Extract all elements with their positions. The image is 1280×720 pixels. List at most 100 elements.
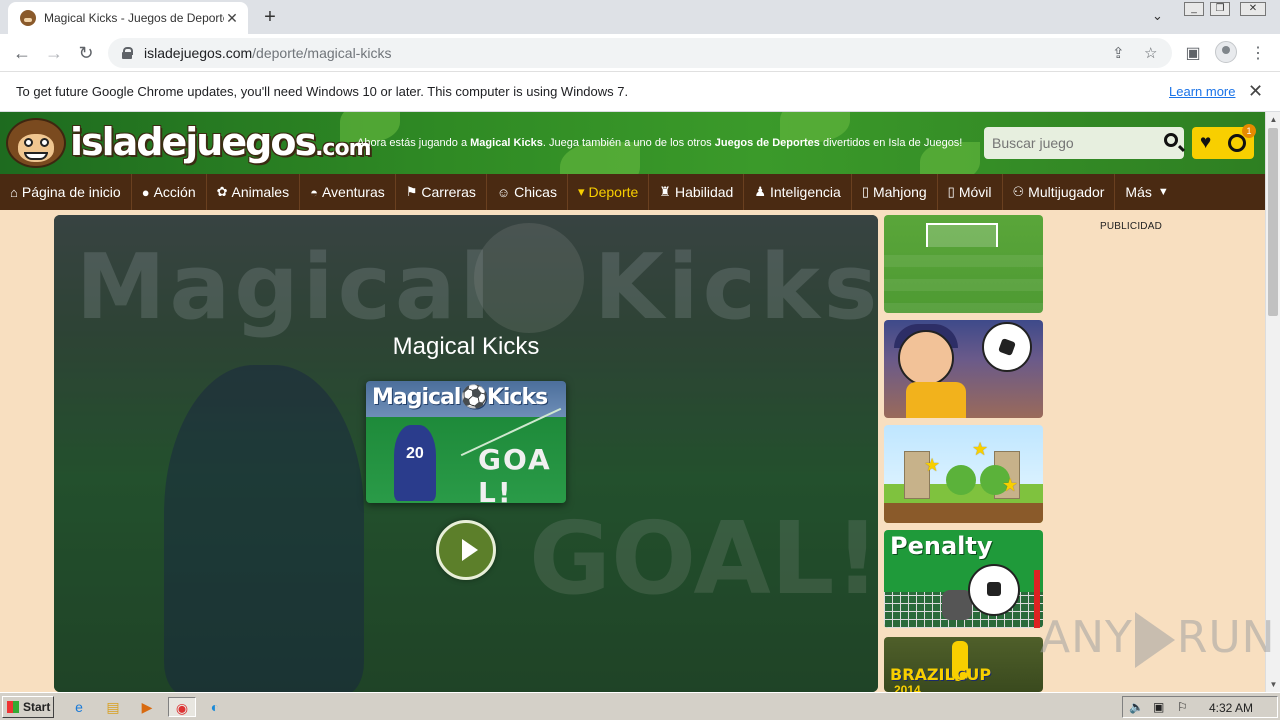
shirt-icon: ▾ — [577, 184, 585, 199]
file-explorer-icon[interactable]: ▤ — [102, 697, 124, 717]
game-search-input[interactable] — [992, 135, 1152, 151]
brazil-cup-year: 2014 — [894, 683, 921, 692]
chrome-menu-icon[interactable]: ⋮ — [1247, 43, 1269, 63]
start-button[interactable]: Start — [2, 696, 54, 718]
search-icon[interactable] — [1164, 133, 1178, 147]
mobile-phone-icon: ▯ — [947, 184, 955, 199]
scrollbar-thumb[interactable] — [1268, 128, 1278, 316]
thumbnail-goal-text: GOA L! — [478, 443, 552, 503]
edge-icon[interactable]: ◐ — [204, 697, 226, 717]
page-scrollbar[interactable]: ▲ ▼ — [1265, 112, 1280, 692]
anyrun-watermark: ANY RUN — [1040, 612, 1276, 668]
nav-item-deporte[interactable]: ▾ Deporte — [568, 174, 650, 210]
address-bar[interactable]: isladejuegos.com/deporte/magical-kicks ⇪… — [108, 38, 1172, 68]
game-player[interactable]: Magical Kicks GOAL! Magical Kicks Magica… — [54, 215, 878, 692]
taskbar-clock[interactable]: 4:32 AM — [1209, 701, 1253, 715]
monkey-logo-icon[interactable] — [6, 118, 66, 168]
nav-item-animales[interactable]: ✿ Animales — [207, 174, 301, 210]
paw-icon: ✿ — [216, 184, 228, 199]
star-icon: ★ — [972, 439, 989, 459]
new-tab-button[interactable]: + — [258, 6, 282, 29]
soccer-ball-icon — [982, 322, 1032, 372]
lock-icon[interactable] — [122, 47, 133, 59]
nav-item-mahjong[interactable]: ▯ Mahjong — [852, 174, 938, 210]
action-center-flag-icon[interactable]: ⚐ — [1177, 700, 1188, 714]
forward-arrow-icon[interactable]: → — [42, 42, 66, 64]
media-player-icon[interactable]: ▶ — [136, 697, 158, 717]
related-game-soccer-kid[interactable] — [884, 320, 1043, 418]
volume-icon[interactable]: 🔈 — [1129, 700, 1144, 714]
caret-down-icon: ▼ — [1157, 186, 1169, 198]
infobar-close-icon[interactable]: ✕ — [1248, 81, 1263, 102]
related-game-penalty[interactable]: Penalty — [884, 530, 1043, 628]
nav-item-label: Mahjong — [872, 184, 927, 200]
nav-item-label: Animales — [231, 184, 290, 200]
tagline-text: Ahora estás jugando a — [357, 137, 471, 149]
nav-item-label: Carreras — [421, 184, 476, 200]
nav-item-carreras[interactable]: ⚑ Carreras — [396, 174, 487, 210]
learn-more-link[interactable]: Learn more — [1169, 84, 1235, 99]
game-title: Magical Kicks — [392, 333, 540, 360]
ad-label: PUBLICIDAD — [1100, 221, 1163, 232]
hat-icon: ◓ — [310, 184, 318, 200]
internet-explorer-icon[interactable]: e — [68, 697, 90, 717]
site-logo[interactable]: isladejuegos.com — [70, 120, 372, 164]
scroll-down-arrow-icon[interactable]: ▼ — [1266, 677, 1280, 692]
browser-tab[interactable]: Magical Kicks - Juegos de Deportes - ✕ — [8, 2, 248, 34]
star-icon: ★ — [1002, 475, 1019, 495]
play-triangle-icon — [1134, 612, 1175, 668]
chess-pawn-icon: ♟ — [754, 184, 766, 199]
nav-item-inicio[interactable]: ⌂ Página de inicio — [0, 174, 132, 210]
gamepad-icon: ⚇ — [1012, 184, 1025, 199]
site-favicon-icon — [20, 10, 36, 26]
profile-avatar-icon[interactable] — [1215, 41, 1237, 63]
nav-item-movil[interactable]: ▯ Móvil — [938, 174, 1003, 210]
checkered-flag-icon: ⚑ — [405, 184, 418, 199]
url-host: isladejuegos.com — [144, 45, 253, 61]
logo-main: isladejuegos — [70, 120, 317, 164]
nav-item-aventuras[interactable]: ◓ Aventuras — [300, 174, 396, 210]
tagline-category-link[interactable]: Juegos de Deportes — [715, 137, 820, 149]
minimize-window-icon[interactable]: _ — [1184, 2, 1204, 16]
chrome-taskbar-icon[interactable]: ◉ — [168, 697, 196, 717]
history-icon[interactable] — [1228, 134, 1246, 152]
reload-icon[interactable]: ↻ — [74, 42, 98, 64]
nav-item-chicas[interactable]: ☺ Chicas — [487, 174, 568, 210]
favorites-heart-icon[interactable]: ♥ — [1200, 133, 1211, 153]
nav-item-accion[interactable]: ● Acción — [132, 174, 207, 210]
watermark-left: ANY — [1040, 612, 1133, 663]
browser-toolbar: ← → ↻ isladejuegos.com/deporte/magical-k… — [0, 34, 1280, 72]
side-panel-icon[interactable]: ▣ — [1182, 43, 1204, 63]
nav-item-inteligencia[interactable]: ♟ Inteligencia — [744, 174, 852, 210]
scroll-up-arrow-icon[interactable]: ▲ — [1266, 112, 1280, 127]
tab-close-icon[interactable]: ✕ — [224, 10, 240, 27]
tagline-game-link[interactable]: Magical Kicks — [470, 137, 543, 149]
nav-item-mas[interactable]: Más ▼ — [1115, 174, 1178, 210]
related-game-soccer-platform[interactable]: ★ ★ ★ — [884, 425, 1043, 523]
home-icon: ⌂ — [10, 184, 18, 200]
nav-item-multijugador[interactable]: ⚇ Multijugador — [1003, 174, 1116, 210]
windows-taskbar: Start e ▤ ▶ ◉ ◐ 🔈 ▣ ⚐ 4:32 AM — [0, 692, 1280, 720]
close-window-icon[interactable]: ✕ — [1240, 2, 1266, 16]
browser-tab-bar: Magical Kicks - Juegos de Deportes - ✕ +… — [0, 0, 1280, 34]
bookmark-star-icon[interactable]: ☆ — [1144, 44, 1157, 62]
nav-item-label: Móvil — [958, 184, 992, 200]
play-button[interactable] — [436, 520, 496, 580]
network-icon[interactable]: ▣ — [1153, 700, 1164, 714]
nav-item-label: Página de inicio — [21, 184, 121, 200]
thumbnail-jersey-number: 20 — [406, 445, 424, 462]
restore-window-icon[interactable]: ❐ — [1210, 2, 1230, 16]
soccer-ball-icon — [968, 564, 1020, 616]
related-game-penalty-field[interactable] — [884, 215, 1043, 313]
nav-item-habilidad[interactable]: ♜ Habilidad — [649, 174, 745, 210]
tab-search-chevron-icon[interactable]: ⌄ — [1152, 8, 1163, 24]
back-arrow-icon[interactable]: ← — [10, 42, 34, 64]
share-icon[interactable]: ⇪ — [1112, 44, 1125, 62]
tab-title: Magical Kicks - Juegos de Deportes - — [44, 11, 224, 25]
mahjong-tile-icon: ▯ — [861, 184, 869, 199]
category-nav: ⌂ Página de inicio ● Acción ✿ Animales ◓ Ave… — [0, 174, 1265, 210]
nav-item-label: Habilidad — [674, 184, 734, 200]
related-game-brazil-cup[interactable]: BRAZILCUP 2014 — [884, 637, 1043, 692]
nav-item-label: Chicas — [514, 184, 557, 200]
infobar-message: To get future Google Chrome updates, you… — [16, 84, 629, 99]
